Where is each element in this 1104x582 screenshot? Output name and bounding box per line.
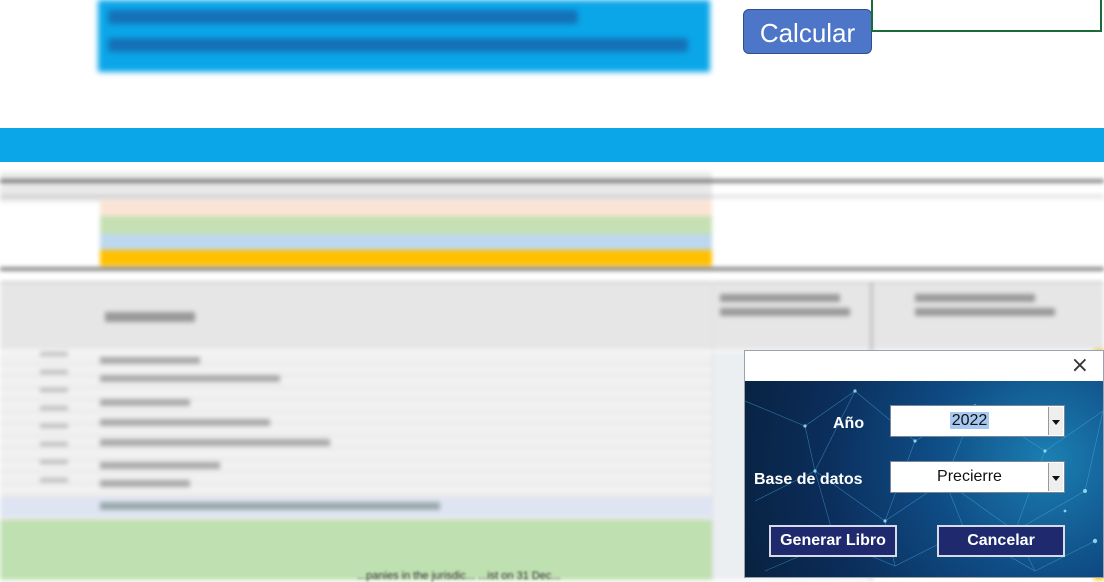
database-combobox[interactable]: Precierre: [890, 461, 1065, 493]
database-value: Precierre: [937, 468, 1002, 485]
selected-cell-outline: [871, 0, 1102, 32]
section-banner: [0, 128, 1104, 162]
chevron-down-icon[interactable]: [1048, 463, 1063, 491]
generate-book-dialog: × Año 2022 Base de datos Precierre Gener…: [744, 350, 1104, 578]
dialog-body: Año 2022 Base de datos Precierre Generar…: [745, 381, 1103, 577]
generate-book-button[interactable]: Generar Libro: [769, 525, 897, 557]
year-value: 2022: [949, 412, 990, 429]
year-combobox[interactable]: 2022: [890, 405, 1065, 437]
year-label: Año: [833, 415, 865, 432]
cancel-button[interactable]: Cancelar: [937, 525, 1065, 557]
database-label: Base de datos: [754, 471, 863, 488]
close-icon[interactable]: ×: [1071, 353, 1089, 379]
blurred-page-title: [98, 0, 710, 72]
blurred-footer-text: ...panies in the jurisdic... ...ist on 3…: [357, 570, 561, 582]
dialog-titlebar: [745, 351, 1103, 381]
calculate-button[interactable]: Calcular: [743, 9, 872, 54]
chevron-down-icon[interactable]: [1048, 407, 1063, 435]
